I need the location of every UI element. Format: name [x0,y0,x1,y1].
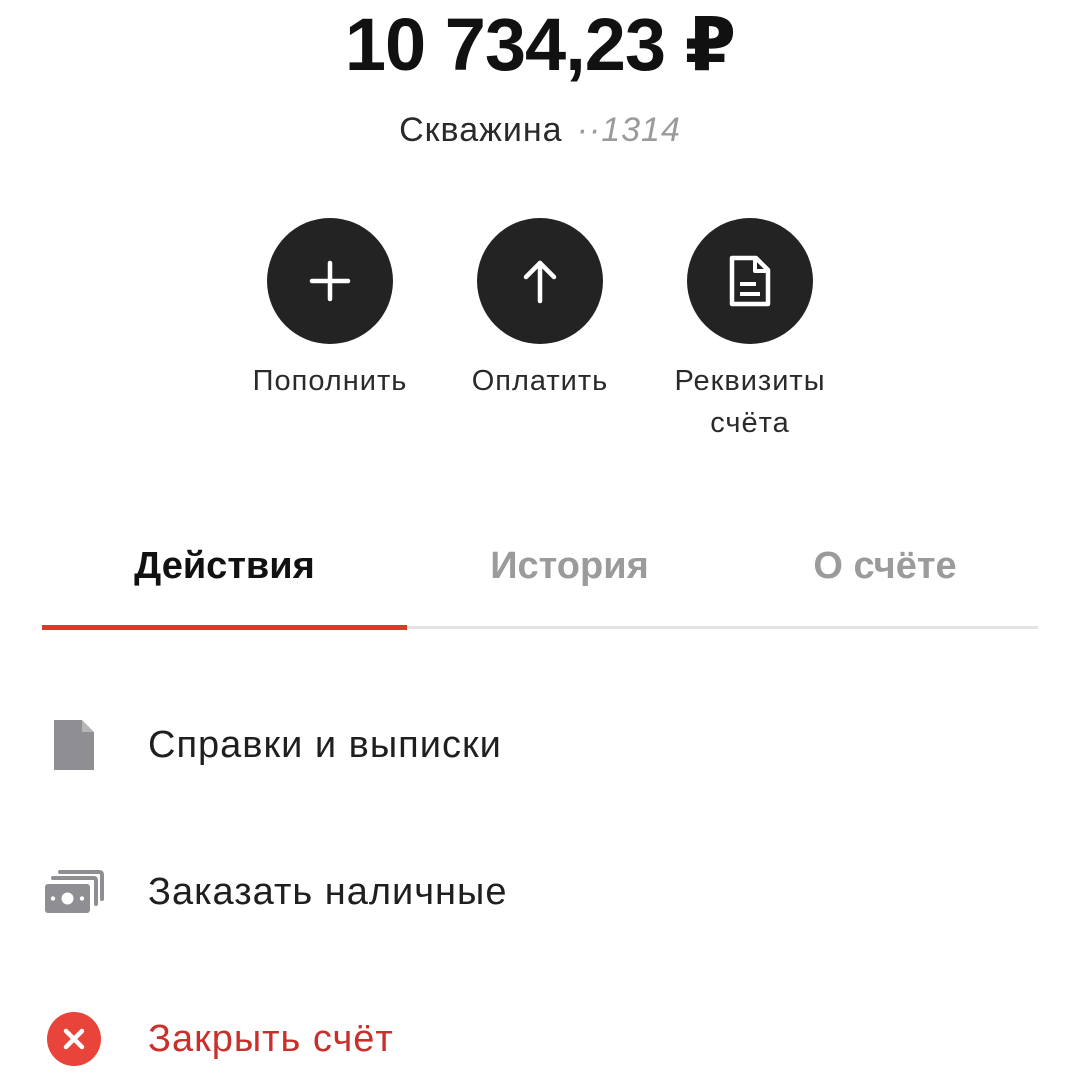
document-icon [729,255,771,307]
menu-item-label: Справки и выписки [148,724,502,766]
menu-item-label: Закрыть счёт [148,1018,394,1060]
menu-item-close-account[interactable]: Закрыть счёт [0,989,1080,1089]
account-name: Скважина [399,111,563,149]
pay-button[interactable]: Оплатить [440,218,640,402]
pay-circle [477,218,603,344]
cash-icon [44,862,104,922]
document-icon [44,715,104,775]
pay-label: Оплатить [471,365,609,397]
menu-item-order-cash[interactable]: Заказать наличные [0,842,1080,942]
tab-history[interactable]: История [407,530,732,626]
requisites-circle [687,218,813,344]
tab-actions[interactable]: Действия [42,530,407,626]
plus-icon [309,260,351,302]
balance-amount: 10 734,23 ₽ [344,3,736,86]
top-up-circle [267,218,393,344]
requisites-label: Реквизиты счёта [674,365,826,439]
tab-bar: Действия История О счёте [42,530,1038,630]
tab-about-account[interactable]: О счёте [732,530,1038,626]
account-number-mask: ··1314 [576,111,681,149]
arrow-up-icon [523,260,557,304]
menu-item-statements[interactable]: Справки и выписки [0,695,1080,795]
requisites-button[interactable]: Реквизиты счёта [650,218,850,444]
top-up-label: Пополнить [252,365,408,397]
account-info: Скважина ··1314 [0,108,1080,152]
active-tab-indicator [42,625,407,630]
top-up-button[interactable]: Пополнить [230,218,430,402]
menu-item-label: Заказать наличные [148,871,508,913]
close-circle-icon [44,1009,104,1069]
